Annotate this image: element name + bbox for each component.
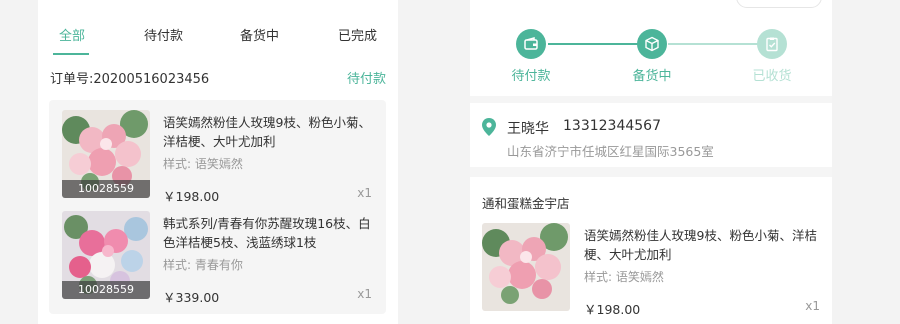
flower-bouquet-icon [482,223,570,311]
recipient-name: 王晓华 [507,121,549,137]
product-price: ￥339.00 [163,290,220,305]
step-pending-payment [516,29,546,59]
shipping-address[interactable]: 王晓华 13312344567 山东省济宁市任城区红星国际3565室 [470,103,832,167]
recipient-address: 山东省济宁市任城区红星国际3565室 [507,144,714,159]
product-style: 样式: 青春有你 [163,258,243,272]
shop-name[interactable]: 通和蛋糕金宇店 [482,193,570,212]
step-label-preparing: 备货中 [632,69,672,84]
product-style: 样式: 语笑嫣然 [584,270,664,284]
order-status: 待付款 [346,72,386,87]
product-quantity: x1 [805,299,820,313]
order-detail-screen: 待付款 备货中 已收货 王晓华 13312344567 山东省济宁市任城区红星国… [470,0,832,324]
product-image [482,223,570,311]
list-item[interactable]: 10028559 韩式系列/青春有你苏醒玫瑰16枝、白色洋桔梗5枝、浅蓝绣球1枝… [49,211,386,311]
tab-pending-payment[interactable]: 待付款 [144,25,183,44]
recipient-phone: 13312344567 [563,118,661,134]
product-image: 10028559 [62,211,150,299]
order-goods[interactable]: 10028559 语笑嫣然粉佳人玫瑰9枝、粉色小菊、洋桔梗、大叶尤加利 样式: … [49,100,386,314]
sku-code: 10028559 [62,281,150,299]
product-name: 语笑嫣然粉佳人玫瑰9枝、粉色小菊、洋桔梗、大叶尤加利 [163,115,371,149]
order-progress: 待付款 备货中 已收货 [470,0,832,96]
step-label-pending-payment: 待付款 [511,69,551,84]
product-name: 韩式系列/青春有你苏醒玫瑰16枝、白色洋桔梗5枝、浅蓝绣球1枝 [163,216,371,250]
sku-code: 10028559 [62,180,150,198]
list-item[interactable]: 10028559 语笑嫣然粉佳人玫瑰9枝、粉色小菊、洋桔梗、大叶尤加利 样式: … [49,110,386,210]
tab-completed[interactable]: 已完成 [338,25,377,44]
step-label-received: 已收货 [752,69,792,84]
tab-all[interactable]: 全部 [59,25,85,44]
progress-line [668,43,762,45]
top-action-button[interactable] [736,0,822,8]
product-quantity: x1 [357,287,372,301]
product-quantity: x1 [357,186,372,200]
clipboard-check-icon [766,37,778,52]
active-tab-indicator [53,53,89,55]
order-list-screen: 全部 待付款 备货中 已完成 订单号:20200516023456 待付款 10… [38,0,398,324]
step-preparing [637,29,667,59]
product-name: 语笑嫣然粉佳人玫瑰9枝、粉色小菊、洋桔梗、大叶尤加利 [584,228,817,262]
product-price: ￥198.00 [584,302,641,317]
progress-line [548,43,642,45]
wallet-icon [524,37,538,50]
step-received [757,29,787,59]
package-icon [645,36,659,52]
order-tabs: 全部 待付款 备货中 已完成 [38,0,398,56]
product-price: ￥198.00 [163,189,220,204]
product-image: 10028559 [62,110,150,198]
shop-section: 通和蛋糕金宇店 语笑嫣然粉佳人玫瑰9枝、粉色小菊、洋桔梗、大叶尤加利 样式: 语… [470,177,832,324]
list-item[interactable]: 语笑嫣然粉佳人玫瑰9枝、粉色小菊、洋桔梗、大叶尤加利 样式: 语笑嫣然 ￥198… [470,223,832,323]
product-style: 样式: 语笑嫣然 [163,157,243,171]
order-number: 订单号:20200516023456 [50,72,210,87]
tab-preparing[interactable]: 备货中 [240,25,279,44]
location-pin-icon [482,118,496,136]
